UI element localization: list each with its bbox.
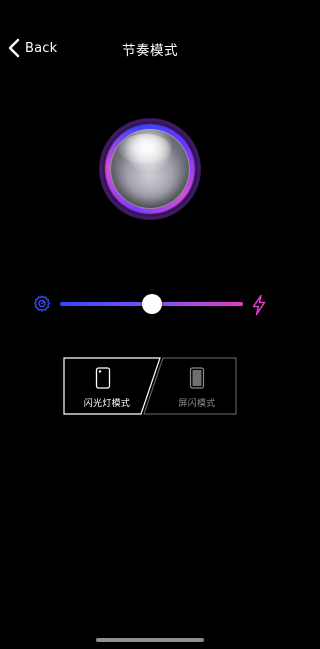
mode-screen-label: 屏闪模式 xyxy=(178,399,216,409)
mode-flash-button[interactable]: 闪光灯模式 xyxy=(63,357,151,415)
nav-bar: Back 节奏模式 xyxy=(0,30,300,66)
mode-screen-button[interactable]: 屏闪模式 xyxy=(149,357,237,415)
page-title: 节奏模式 xyxy=(122,43,178,59)
rhythm-orb[interactable] xyxy=(99,118,201,220)
speed-slider xyxy=(30,290,270,320)
mode-selector: 闪光灯模式 屏闪模式 xyxy=(63,357,237,415)
mode-flash-label: 闪光灯模式 xyxy=(83,399,131,409)
slow-gear-icon xyxy=(34,295,50,312)
phone-screen-icon xyxy=(189,367,205,389)
lightning-icon xyxy=(252,294,266,316)
orb-highlight xyxy=(119,134,171,164)
slider-thumb[interactable] xyxy=(141,294,162,314)
phone-flashlight-icon xyxy=(95,367,111,389)
home-indicator[interactable] xyxy=(96,638,204,642)
